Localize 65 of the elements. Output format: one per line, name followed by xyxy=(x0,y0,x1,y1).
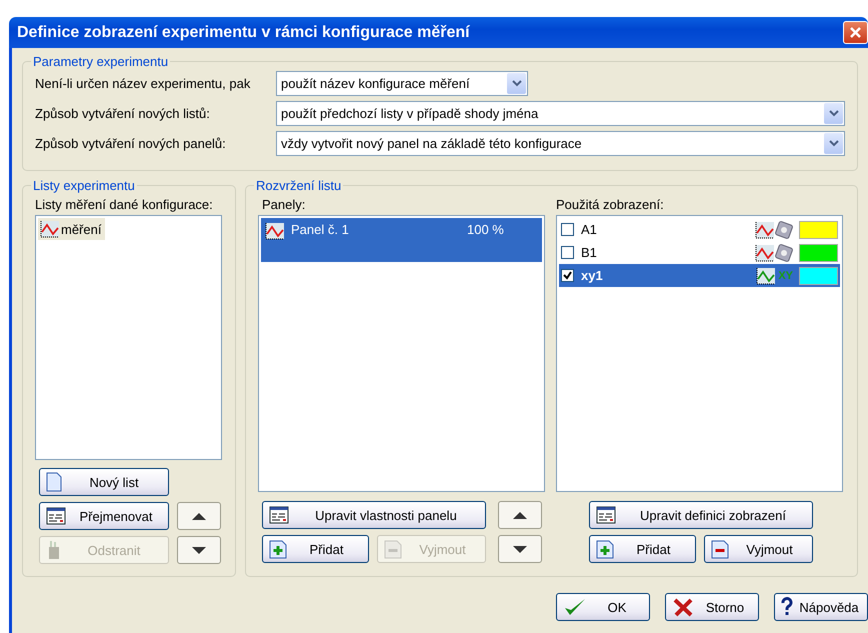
checkbox[interactable] xyxy=(561,269,574,282)
list-label: Použitá zobrazení: xyxy=(556,197,665,212)
field-label: Způsob vytváření nových panelů: xyxy=(35,136,227,151)
group-title: Listy experimentu xyxy=(32,178,136,193)
field-label: Způsob vytváření nových listů: xyxy=(35,106,211,121)
down-arrow-icon xyxy=(512,544,528,554)
field-label: Není-li určen název experimentu, pak xyxy=(35,76,252,91)
dialog-button[interactable]: Storno xyxy=(665,593,759,621)
checkbox[interactable] xyxy=(561,246,574,259)
xy-label: XY xyxy=(778,270,793,282)
remove-icon xyxy=(384,539,402,559)
close-icon xyxy=(849,26,862,39)
dropdown-field[interactable]: použít název konfigurace měření xyxy=(276,71,528,96)
checkbox[interactable] xyxy=(561,223,574,236)
list-label: Listy měření dané konfigurace: xyxy=(35,197,214,212)
move-up-button[interactable] xyxy=(498,501,542,529)
move-up-button[interactable] xyxy=(177,502,221,530)
move-down-button[interactable] xyxy=(498,535,542,563)
remove-icon xyxy=(711,539,729,559)
form-icon xyxy=(269,506,289,524)
window-title: Definice zobrazení experimentu v rámci konfigurace měření xyxy=(17,24,470,42)
move-down-button[interactable] xyxy=(177,536,221,564)
group-title: Rozvržení listu xyxy=(255,178,342,193)
page-icon xyxy=(46,472,62,492)
cross-icon xyxy=(672,597,694,617)
action-button[interactable]: Vyjmout xyxy=(704,535,813,563)
action-button[interactable]: Nový list xyxy=(39,468,169,496)
bin-icon xyxy=(46,540,62,560)
line-chart-icon xyxy=(756,266,776,284)
form-icon xyxy=(46,507,66,525)
view-item[interactable]: xy1 XY xyxy=(559,264,840,287)
close-button[interactable] xyxy=(843,21,868,44)
list-label: Panely: xyxy=(261,197,306,212)
up-arrow-icon xyxy=(512,510,528,520)
line-chart-icon xyxy=(755,220,775,238)
action-button[interactable]: Přidat xyxy=(262,535,369,563)
dialog-button[interactable]: Nápověda xyxy=(774,593,868,621)
line-chart-icon xyxy=(755,244,775,262)
down-arrow-icon xyxy=(191,546,207,554)
chevron-down-icon xyxy=(828,140,838,147)
group-title: Parametry experimentu xyxy=(32,54,170,69)
panel-item[interactable]: Panel č. 1 100 % xyxy=(261,218,542,262)
action-button[interactable]: Přejmenovat xyxy=(39,502,169,530)
view-item[interactable]: A1 xyxy=(559,218,840,241)
sheet-item[interactable]: měření xyxy=(38,218,106,240)
view-item[interactable]: B1 xyxy=(559,241,840,264)
gauge-icon xyxy=(775,220,793,238)
chevron-down-icon xyxy=(828,110,838,117)
action-button[interactable]: Upravit vlastnosti panelu xyxy=(262,501,486,529)
line-chart-icon xyxy=(265,222,285,240)
check-icon xyxy=(563,271,572,280)
action-button[interactable]: Přidat xyxy=(589,535,696,563)
checkmark-icon xyxy=(563,597,587,617)
dialog-button[interactable]: OK xyxy=(556,593,650,621)
gauge-icon xyxy=(775,244,793,262)
up-arrow-icon xyxy=(191,512,207,520)
add-icon xyxy=(269,539,287,559)
action-button[interactable]: Upravit definici zobrazení xyxy=(589,501,813,529)
form-icon xyxy=(596,506,616,524)
chevron-down-icon xyxy=(512,80,522,87)
add-icon xyxy=(596,539,614,559)
dropdown-field[interactable]: vždy vytvořit nový panel na základě této konfigurace xyxy=(276,131,845,156)
dropdown-field[interactable]: použít předchozí listy v případě shody jména xyxy=(276,101,845,126)
line-chart-icon xyxy=(40,220,60,238)
help-icon xyxy=(781,597,793,617)
